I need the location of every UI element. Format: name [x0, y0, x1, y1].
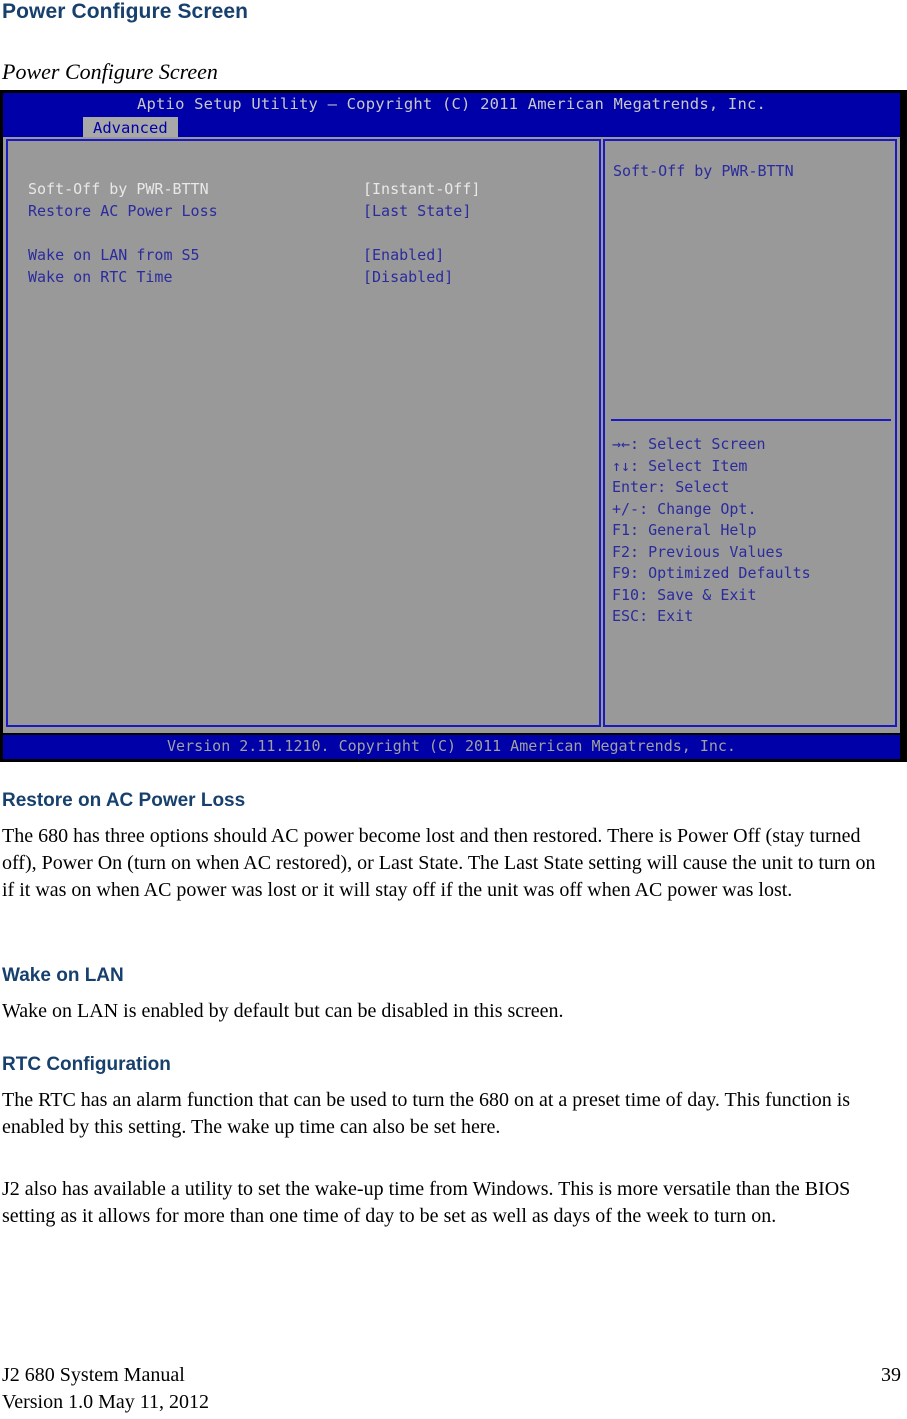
nav-key-previous-values: F2: Previous Values: [612, 542, 784, 561]
bios-screenshot: Aptio Setup Utility – Copyright (C) 2011…: [0, 90, 907, 762]
bios-version-bar: Version 2.11.1210. Copyright (C) 2011 Am…: [3, 735, 900, 759]
setting-value[interactable]: [Enabled]: [363, 244, 444, 266]
nav-key-change-opt: +/-: Change Opt.: [612, 499, 757, 518]
setting-label: Wake on LAN from S5: [28, 246, 200, 264]
section-heading-restore-on-ac-power-loss: Restore on AC Power Loss: [2, 790, 246, 811]
section-body-rtc-configuration: The RTC has an alarm function that can b…: [2, 1089, 851, 1138]
setting-row-spacer: [28, 222, 573, 244]
help-panel: Soft-Off by PWR-BTTN →←: Select Screen ↑…: [603, 139, 897, 727]
setting-row-wake-on-lan-from-s5[interactable]: Wake on LAN from S5 [Enabled]: [28, 244, 573, 266]
nav-key-select-screen: →←: Select Screen: [612, 435, 766, 453]
help-title: Soft-Off by PWR-BTTN: [613, 162, 794, 180]
setting-label: Wake on RTC Time: [28, 268, 173, 286]
setting-row-soft-off-by-pwr-bttn[interactable]: Soft-Off by PWR-BTTN [Instant-Off]: [28, 178, 573, 200]
setting-row-wake-on-rtc-time[interactable]: Wake on RTC Time [Disabled]: [28, 266, 573, 288]
bios-title-text: Aptio Setup Utility – Copyright (C) 2011…: [136, 95, 767, 113]
nav-key-esc-exit: ESC: Exit: [612, 607, 694, 625]
section-body-wake-on-lan: Wake on LAN is enabled by default but ca…: [2, 1000, 564, 1022]
settings-list: Soft-Off by PWR-BTTN [Instant-Off] Resto…: [28, 178, 573, 288]
bios-version-text: Version 2.11.1210. Copyright (C) 2011 Am…: [167, 737, 736, 755]
section-body-restore-on-ac-power-loss: The 680 has three options should AC powe…: [2, 825, 876, 901]
bios-title-bar: Aptio Setup Utility – Copyright (C) 2011…: [3, 93, 900, 139]
setting-row-restore-ac-power-loss[interactable]: Restore AC Power Loss [Last State]: [28, 200, 573, 222]
nav-key-select-item: ↑↓: Select Item: [612, 456, 748, 475]
bios-body: Soft-Off by PWR-BTTN [Instant-Off] Resto…: [3, 137, 900, 733]
setting-label: Soft-Off by PWR-BTTN: [28, 180, 209, 198]
setting-value[interactable]: [Disabled]: [363, 266, 453, 288]
nav-key-save-and-exit: F10: Save & Exit: [612, 585, 757, 604]
nav-key-enter-select: Enter: Select: [612, 478, 730, 496]
footer-page-number: 39: [881, 1364, 901, 1386]
footer-version-line: Version 1.0 May 11, 2012: [2, 1391, 210, 1413]
setting-value[interactable]: [Instant-Off]: [363, 178, 480, 200]
setting-label: Restore AC Power Loss: [28, 202, 218, 220]
page-title: Power Configure Screen: [2, 0, 249, 23]
section-heading-rtc-configuration: RTC Configuration: [2, 1054, 171, 1075]
tab-advanced[interactable]: Advanced: [83, 117, 178, 139]
nav-key-general-help: F1: General Help: [612, 521, 757, 539]
footer-manual-title: J2 680 System Manual: [2, 1364, 185, 1386]
figure-caption: Power Configure Screen: [2, 59, 218, 84]
nav-keys-list: →←: Select Screen ↑↓: Select Item Enter:…: [612, 434, 892, 628]
settings-panel: Soft-Off by PWR-BTTN [Instant-Off] Resto…: [6, 139, 601, 727]
section-heading-wake-on-lan: Wake on LAN: [2, 965, 124, 986]
setting-value[interactable]: [Last State]: [363, 200, 471, 222]
section-body-wake-up-utility: J2 also has available a utility to set t…: [2, 1178, 851, 1227]
nav-key-optimized-defaults: F9: Optimized Defaults: [612, 564, 811, 582]
footer-manual-info: J2 680 System Manual Version 1.0 May 11,…: [2, 1362, 209, 1416]
help-divider: [611, 419, 891, 421]
